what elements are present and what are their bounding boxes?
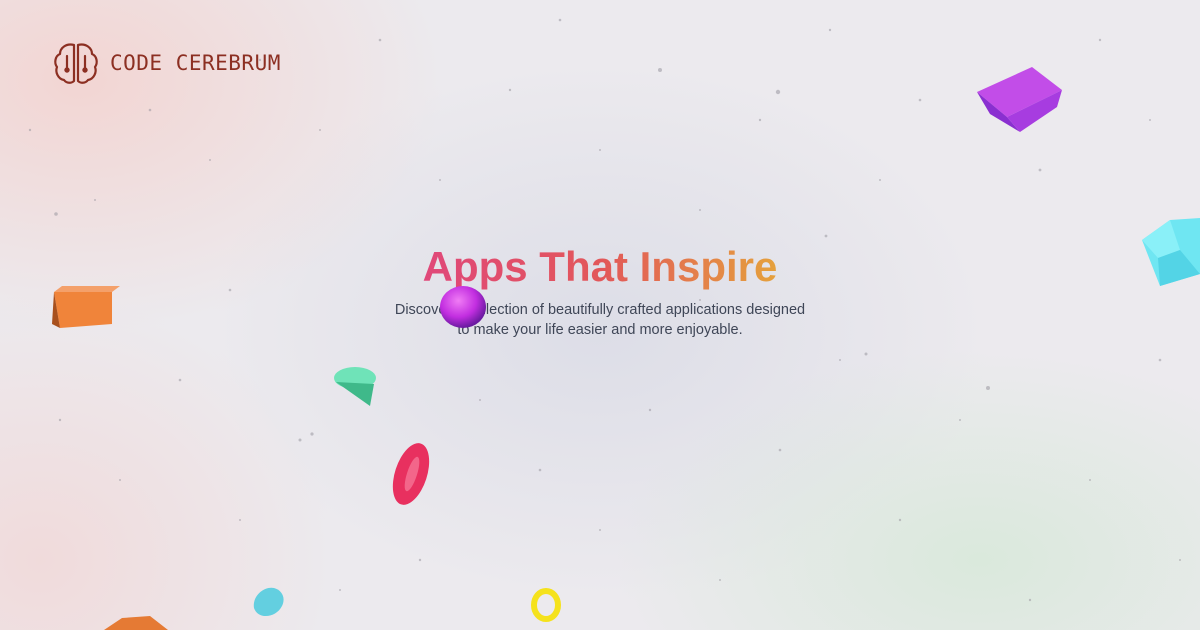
purple-cube bbox=[977, 67, 1062, 132]
hero-section: Apps That Inspire Discover a collection … bbox=[300, 242, 900, 340]
brand-logo[interactable]: CODE CEREBRUM bbox=[52, 38, 281, 88]
mint-cone bbox=[334, 367, 376, 406]
yellow-ring bbox=[531, 588, 561, 622]
teal-drop bbox=[253, 587, 284, 617]
orange-wedge bbox=[104, 616, 168, 630]
cyan-icosahedron bbox=[1142, 218, 1200, 286]
pink-torus bbox=[392, 443, 430, 505]
magenta-sphere bbox=[440, 286, 486, 328]
orange-box bbox=[52, 286, 120, 328]
brand-name: CODE CEREBRUM bbox=[110, 51, 281, 75]
brain-icon bbox=[54, 43, 98, 84]
